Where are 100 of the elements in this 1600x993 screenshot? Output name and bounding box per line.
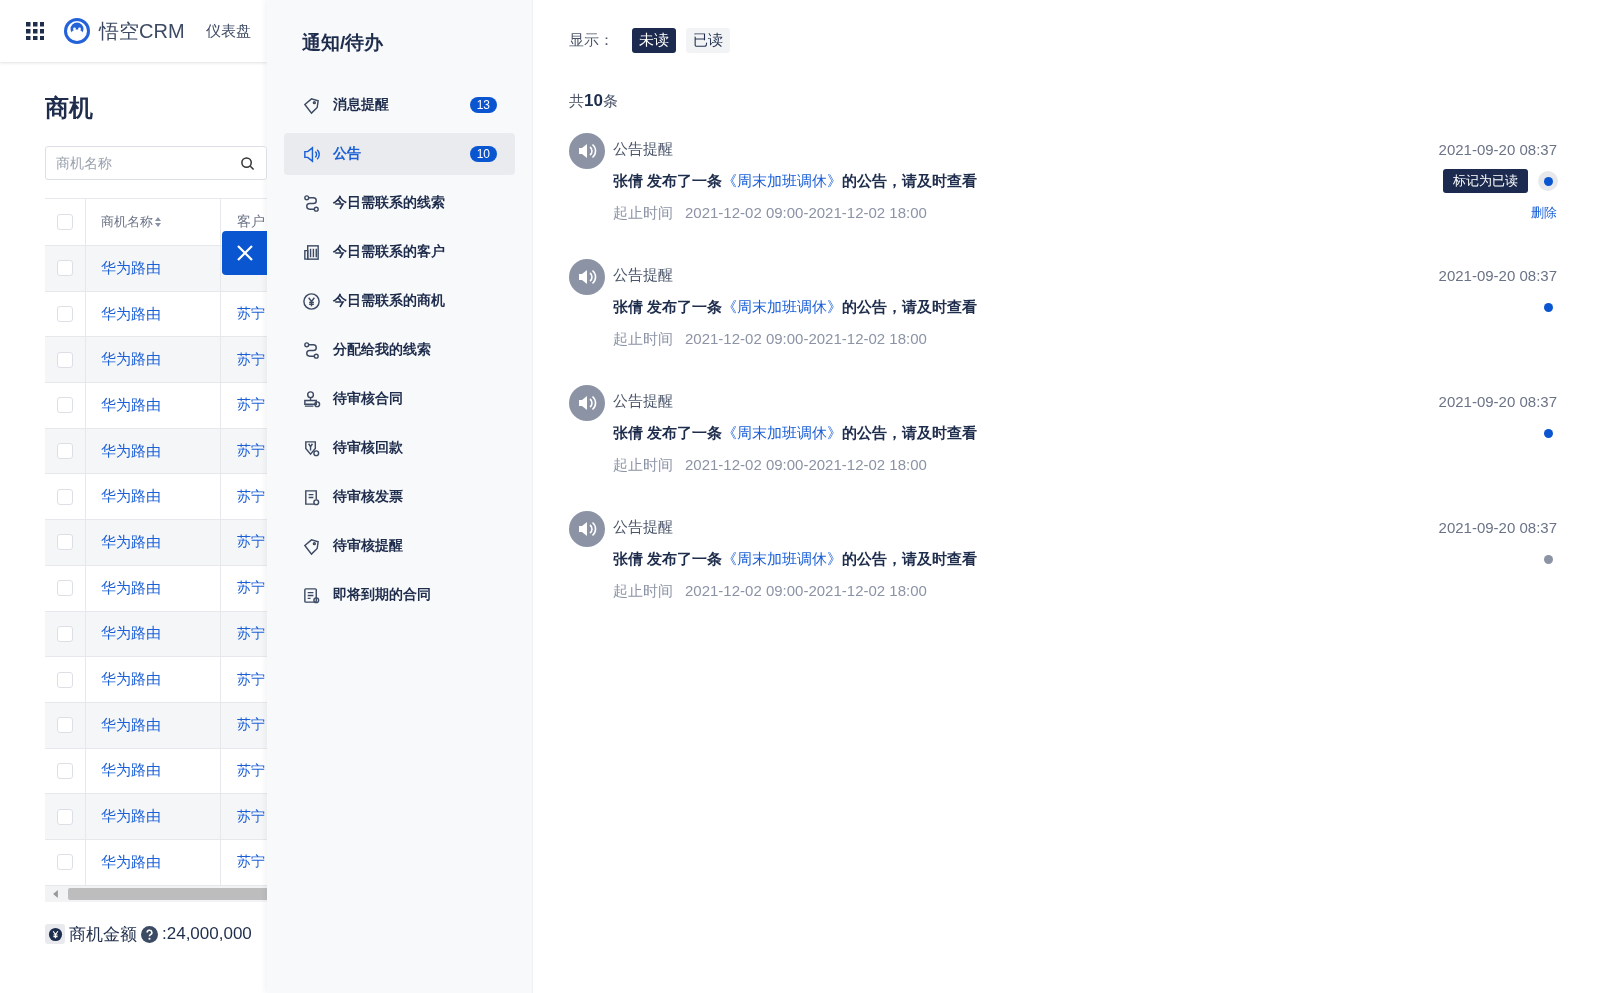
table-cell-link[interactable]: 苏宁 [237, 670, 265, 689]
announcement-link[interactable]: 《周末加班调休》 [722, 171, 843, 189]
column-header[interactable]: 商机名称 [101, 213, 153, 231]
table-cell-link[interactable]: 苏宁 [237, 853, 265, 872]
speaker-icon [569, 133, 605, 169]
table-cell-link[interactable]: 苏宁 [237, 716, 265, 735]
notice-title: 公告提醒 [613, 517, 673, 537]
column-header[interactable]: 客户 [237, 213, 265, 231]
table-cell-link[interactable]: 华为路由 [101, 624, 161, 644]
notice-date: 2021-09-20 08:37 [1438, 266, 1557, 284]
menu-item[interactable]: 今日需联系的线索 [284, 182, 515, 224]
checkbox[interactable] [57, 214, 73, 230]
announcement-link[interactable]: 《周末加班调休》 [722, 423, 843, 441]
time-label: 起止时间 [613, 329, 673, 349]
close-icon[interactable] [234, 243, 255, 263]
page-title: 商机 [45, 93, 94, 123]
notice-date: 2021-09-20 08:37 [1438, 518, 1557, 536]
announcement-link[interactable]: 《周末加班调休》 [722, 549, 843, 567]
checkbox[interactable] [57, 671, 73, 688]
checkbox[interactable] [57, 351, 73, 368]
apps-grid-icon[interactable] [26, 22, 44, 40]
table-cell-link[interactable]: 苏宁 [237, 807, 265, 826]
table-cell-link[interactable]: 华为路由 [101, 487, 161, 507]
filter-tab[interactable]: 已读 [686, 28, 730, 53]
contract-icon [302, 585, 321, 605]
table-cell-link[interactable]: 华为路由 [101, 578, 161, 598]
notice-title: 公告提醒 [613, 265, 673, 285]
menu-item[interactable]: 待审核回款 [284, 427, 515, 469]
table-cell-link[interactable]: 苏宁 [237, 396, 265, 415]
menu-item[interactable]: 即将到期的合同 [284, 574, 515, 616]
checkbox[interactable] [57, 717, 73, 734]
notice-title: 公告提醒 [613, 139, 673, 159]
checkbox[interactable] [57, 580, 73, 597]
checkbox[interactable] [57, 260, 73, 277]
menu-item[interactable]: 待审核合同 [284, 378, 515, 420]
tag-icon [302, 95, 321, 115]
checkbox[interactable] [57, 854, 73, 871]
table-cell-link[interactable]: 苏宁 [237, 487, 265, 506]
notice-message: 张倩 发布了一条《周末加班调休》的公告，请及时查看 [613, 297, 978, 317]
table-cell-link[interactable]: 苏宁 [237, 579, 265, 598]
sort-icon[interactable] [155, 217, 161, 227]
menu-item[interactable]: 公告 10 [284, 133, 515, 175]
menu-item[interactable]: 待审核发票 [284, 476, 515, 518]
scroll-left-icon[interactable] [53, 889, 58, 898]
table-cell-link[interactable]: 华为路由 [101, 715, 161, 735]
checkbox[interactable] [57, 808, 73, 825]
menu-item[interactable]: 今日需联系的商机 [284, 280, 515, 322]
filter-tab[interactable]: 未读 [632, 28, 676, 53]
notice-message: 张倩 发布了一条《周末加班调休》的公告，请及时查看 [613, 423, 978, 443]
nav-link[interactable]: 仪表盘 [205, 21, 251, 41]
table-cell-link[interactable]: 苏宁 [237, 442, 265, 461]
search-field[interactable]: 商机名称 [45, 146, 267, 180]
checkbox[interactable] [57, 306, 73, 323]
yen-icon [45, 924, 65, 945]
announcement-link[interactable]: 《周末加班调休》 [722, 297, 843, 315]
yen-icon [302, 291, 321, 311]
time-range: 2021-12-02 09:00-2021-12-02 18:00 [685, 581, 927, 601]
table-cell-link[interactable]: 华为路由 [101, 395, 161, 415]
notice-message: 张倩 发布了一条《周末加班调休》的公告，请及时查看 [613, 171, 978, 191]
menu-item[interactable]: 消息提醒 13 [284, 84, 515, 126]
table-cell-link[interactable]: 华为路由 [101, 258, 161, 278]
table-cell-link[interactable]: 华为路由 [101, 304, 161, 324]
time-range: 2021-12-02 09:00-2021-12-02 18:00 [685, 455, 927, 475]
delete-link[interactable]: 删除 [1531, 204, 1557, 222]
building-icon [302, 242, 321, 262]
table-cell-link[interactable]: 苏宁 [237, 350, 265, 369]
checkbox[interactable] [57, 443, 73, 460]
table-cell-link[interactable]: 华为路由 [101, 807, 161, 827]
route-icon [302, 193, 321, 213]
table-cell-link[interactable]: 华为路由 [101, 852, 161, 872]
notice-message: 张倩 发布了一条《周末加班调休》的公告，请及时查看 [613, 549, 978, 569]
table-cell-link[interactable]: 华为路由 [101, 761, 161, 781]
search-icon[interactable] [240, 156, 255, 171]
table-cell-link[interactable]: 苏宁 [237, 624, 265, 643]
mark-read-button[interactable]: 标记为已读 [1443, 169, 1528, 193]
checkbox[interactable] [57, 534, 73, 551]
checkbox[interactable] [57, 762, 73, 779]
table-cell-link[interactable]: 华为路由 [101, 441, 161, 461]
table-cell-link[interactable]: 华为路由 [101, 670, 161, 690]
invoice-icon [302, 487, 321, 507]
notice-date: 2021-09-20 08:37 [1438, 392, 1557, 410]
table-cell-link[interactable]: 华为路由 [101, 532, 161, 552]
stamp-icon [302, 389, 321, 409]
table-cell-link[interactable]: 苏宁 [237, 533, 265, 552]
checkbox[interactable] [57, 397, 73, 414]
menu-item[interactable]: 分配给我的线索 [284, 329, 515, 371]
table-cell-link[interactable]: 苏宁 [237, 305, 265, 324]
time-range: 2021-12-02 09:00-2021-12-02 18:00 [685, 329, 927, 349]
checkbox[interactable] [57, 488, 73, 505]
checkbox[interactable] [57, 625, 73, 642]
menu-item[interactable]: 待审核提醒 [284, 525, 515, 567]
menu-item[interactable]: 今日需联系的客户 [284, 231, 515, 273]
brand-name: 悟空CRM [99, 18, 185, 44]
drawer-title: 通知/待办 [301, 31, 385, 55]
route-icon [302, 340, 321, 360]
close-button[interactable] [222, 231, 267, 275]
table-cell-link[interactable]: 苏宁 [237, 761, 265, 780]
notice-title: 公告提醒 [613, 391, 673, 411]
help-icon[interactable] [141, 925, 158, 943]
table-cell-link[interactable]: 华为路由 [101, 350, 161, 370]
